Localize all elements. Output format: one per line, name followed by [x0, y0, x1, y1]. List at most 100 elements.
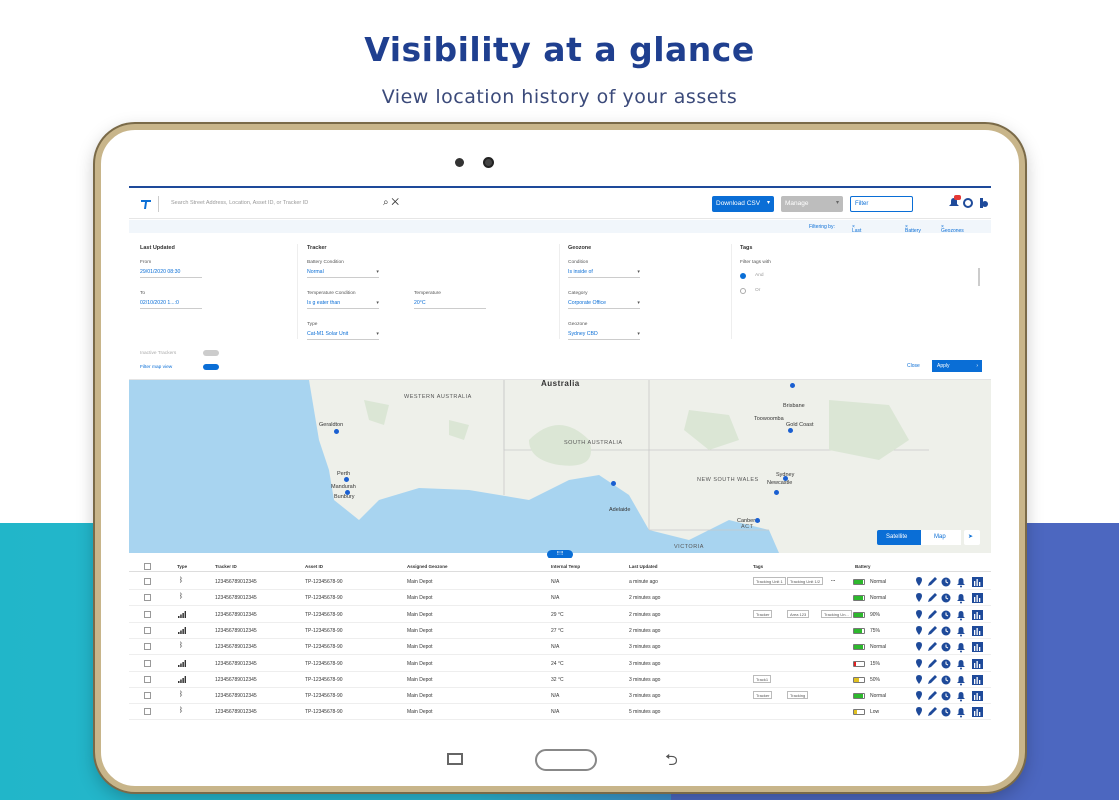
- filter-chip-geozones[interactable]: Geozones ×: [941, 224, 964, 234]
- asset-id-cell[interactable]: TP-12345678-90: [305, 661, 343, 667]
- history-icon[interactable]: [941, 675, 951, 685]
- filter-input[interactable]: Filter: [850, 196, 913, 212]
- tracker-marker[interactable]: [611, 481, 616, 486]
- recent-apps-icon[interactable]: [447, 753, 463, 765]
- location-pin-icon[interactable]: [916, 691, 922, 701]
- tag-chip[interactable]: Tracking Unit 1: [753, 577, 786, 585]
- alert-bell-icon[interactable]: [957, 675, 965, 686]
- from-date-input[interactable]: 29/01/2020 08:30: [140, 269, 202, 278]
- asset-id-cell[interactable]: TP-12345678-90: [305, 612, 343, 618]
- geozone-condition-select[interactable]: Is inside of ▾: [568, 269, 640, 278]
- row-checkbox[interactable]: [144, 692, 151, 700]
- asset-id-cell[interactable]: TP-12345678-90: [305, 628, 343, 634]
- edit-icon[interactable]: [928, 658, 937, 668]
- chart-icon[interactable]: [972, 593, 983, 604]
- filter-chip-last-updated[interactable]: Last Updated ×: [852, 224, 871, 240]
- chart-icon[interactable]: [972, 625, 983, 636]
- alert-bell-icon[interactable]: [957, 594, 965, 604]
- chart-icon[interactable]: [972, 658, 983, 669]
- row-checkbox[interactable]: [144, 610, 151, 618]
- location-pin-icon[interactable]: [916, 658, 922, 668]
- tracker-marker[interactable]: [334, 429, 339, 434]
- alert-bell-icon[interactable]: [957, 643, 965, 653]
- search-icon[interactable]: ⌕: [383, 197, 389, 208]
- table-row[interactable]: ᛒ 123456789012345 TP-12345678-90 Main Depot…: [129, 704, 991, 721]
- user-icon[interactable]: [980, 198, 988, 208]
- location-pin-icon[interactable]: [916, 642, 922, 652]
- table-row[interactable]: ᛒ 123456789012345 TP-12345678-90 Main Depot…: [129, 590, 991, 607]
- clear-icon[interactable]: ✕: [391, 197, 399, 208]
- asset-id-cell[interactable]: TP-12345678-90: [305, 693, 343, 699]
- location-pin-icon[interactable]: [916, 593, 922, 603]
- history-icon[interactable]: [941, 626, 951, 636]
- tracker-marker[interactable]: [774, 490, 779, 495]
- row-checkbox[interactable]: [144, 578, 151, 585]
- apply-button[interactable]: Apply ›: [932, 360, 982, 372]
- chart-icon[interactable]: [972, 674, 983, 685]
- table-row[interactable]: ᛒ 123456789012345 TP-12345678-90 Main Depot…: [129, 688, 991, 705]
- satellite-button[interactable]: Satellite: [877, 530, 921, 545]
- table-row[interactable]: 123456789012345 TP-12345678-90 Main Depot 2…: [129, 656, 991, 672]
- asset-id-cell[interactable]: TP-12345678-90: [305, 579, 343, 585]
- alert-bell-icon[interactable]: [957, 578, 965, 588]
- geozone-select[interactable]: Sydney CBD ▾: [568, 331, 640, 340]
- manage-button[interactable]: Manage ▾: [781, 196, 843, 212]
- history-icon[interactable]: [941, 659, 951, 668]
- row-checkbox[interactable]: [144, 594, 151, 602]
- tracker-marker[interactable]: [788, 428, 793, 433]
- battery-condition-select[interactable]: Normal ▾: [307, 269, 379, 278]
- tag-chip[interactable]: Tracking Unit 1/2: [787, 577, 824, 585]
- tracker-marker[interactable]: [790, 383, 795, 388]
- locate-icon[interactable]: ➤: [964, 530, 980, 545]
- tracker-marker[interactable]: [755, 518, 760, 523]
- row-checkbox[interactable]: [144, 659, 151, 667]
- edit-icon[interactable]: [928, 707, 937, 717]
- home-button[interactable]: [535, 749, 597, 771]
- edit-icon[interactable]: [928, 577, 937, 586]
- edit-icon[interactable]: [928, 691, 937, 701]
- edit-icon[interactable]: [928, 625, 937, 635]
- map-view[interactable]: Australia WESTERN AUSTRALIA SOUTH AUSTRA…: [129, 380, 991, 553]
- tag-chip[interactable]: Track1: [753, 674, 772, 683]
- radio-and[interactable]: [740, 273, 746, 279]
- chart-icon[interactable]: [972, 609, 983, 620]
- column-header-tracker-id[interactable]: Tracker ID: [215, 564, 237, 569]
- inactive-trackers-toggle[interactable]: [203, 350, 219, 356]
- alert-bell-icon[interactable]: [957, 708, 965, 718]
- temperature-condition-select[interactable]: Is g eater than ▾: [307, 300, 379, 309]
- location-pin-icon[interactable]: [916, 577, 922, 586]
- location-pin-icon[interactable]: [916, 625, 922, 635]
- column-header-internal-temp[interactable]: Internal Temp: [551, 564, 580, 569]
- row-checkbox[interactable]: [144, 643, 151, 651]
- edit-icon[interactable]: [928, 642, 937, 652]
- tag-chip[interactable]: Tracker: [753, 691, 773, 700]
- close-button[interactable]: Close: [907, 363, 920, 369]
- tag-chip[interactable]: Area 123: [787, 609, 810, 618]
- search-input[interactable]: Search Street Address, Location, Asset I…: [171, 200, 308, 206]
- location-pin-icon[interactable]: [916, 674, 922, 684]
- back-icon[interactable]: ⮌: [665, 749, 678, 776]
- more-tags-button[interactable]: ...: [831, 577, 835, 583]
- temperature-input[interactable]: 20°C: [414, 300, 486, 309]
- edit-icon[interactable]: [928, 593, 937, 603]
- row-checkbox[interactable]: [144, 626, 151, 634]
- history-icon[interactable]: [941, 707, 951, 717]
- asset-id-cell[interactable]: TP-12345678-90: [305, 677, 343, 683]
- history-icon[interactable]: [941, 642, 951, 652]
- edit-icon[interactable]: [928, 674, 937, 684]
- table-row[interactable]: 123456789012345 TP-12345678-90 Main Depot 2…: [129, 607, 991, 623]
- edit-icon[interactable]: [928, 609, 937, 619]
- radio-or[interactable]: [740, 288, 746, 294]
- tracker-marker[interactable]: [783, 476, 788, 481]
- tag-chip[interactable]: Tracking Un...: [821, 609, 852, 618]
- asset-id-cell[interactable]: TP-12345678-90: [305, 595, 343, 601]
- scrollbar[interactable]: [978, 268, 980, 286]
- table-row[interactable]: 123456789012345 TP-12345678-90 Main Depot 2…: [129, 623, 991, 639]
- alert-bell-icon[interactable]: [957, 610, 965, 621]
- filter-chip-battery[interactable]: Battery ×: [905, 224, 921, 234]
- tag-chip[interactable]: Tracker: [753, 609, 773, 618]
- history-icon[interactable]: [941, 610, 951, 620]
- location-pin-icon[interactable]: [916, 707, 922, 717]
- history-icon[interactable]: [941, 691, 951, 701]
- gear-icon[interactable]: [963, 198, 973, 208]
